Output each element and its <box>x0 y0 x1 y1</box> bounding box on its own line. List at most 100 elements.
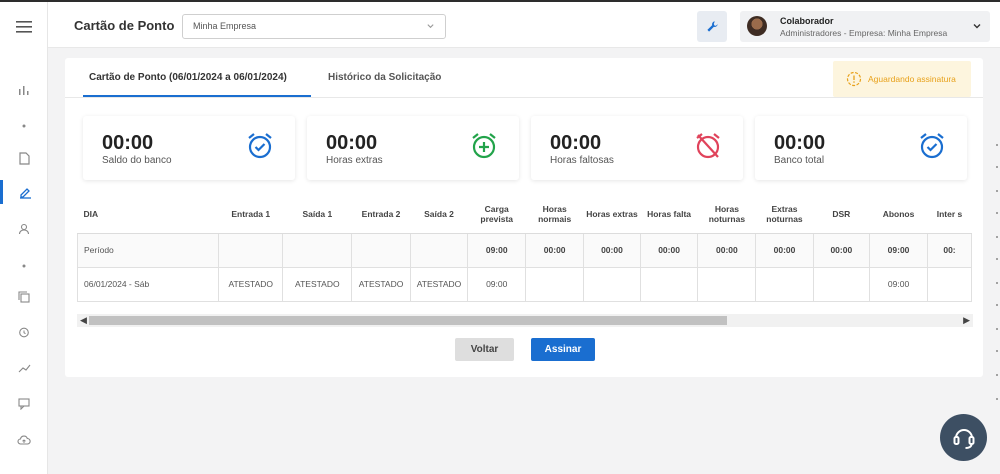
avatar <box>747 16 767 36</box>
stat-card-bank-balance: 00:00 Saldo do banco <box>83 116 295 180</box>
scroll-left-icon[interactable]: ◀ <box>80 315 87 326</box>
table-cell: 09:00 <box>869 266 928 302</box>
dot-icon[interactable] <box>0 114 48 138</box>
stat-value: 00:00 <box>326 132 378 154</box>
table-cell <box>697 266 757 302</box>
column-header: Extras noturnas <box>755 196 814 234</box>
sign-button[interactable]: Assinar <box>531 338 595 361</box>
table-row-period: Período 09:00 00:00 00:00 00:00 00:00 00… <box>77 232 972 268</box>
company-select-value: Minha Empresa <box>193 21 257 31</box>
table-cell: 00:00 <box>812 232 871 268</box>
copy-icon[interactable] <box>0 285 48 309</box>
menu-icon[interactable] <box>0 15 48 39</box>
table-cell: 00:00 <box>639 232 699 268</box>
table-cell <box>583 266 641 302</box>
table-cell <box>282 232 353 268</box>
chat-icon[interactable] <box>0 392 48 416</box>
user-menu[interactable]: Colaborador Administradores - Empresa: M… <box>740 11 990 42</box>
cloud-upload-icon[interactable] <box>0 428 48 452</box>
column-header: Horas normais <box>525 196 584 234</box>
table-cell: 00:00 <box>525 232 585 268</box>
stat-label: Horas faltosas <box>550 155 614 166</box>
table-cell: 06/01/2024 - Sáb <box>77 266 220 302</box>
table-cell: 00:00 <box>697 232 757 268</box>
column-header: DSR <box>813 196 870 234</box>
table-cell <box>409 232 469 268</box>
edit-pen-icon[interactable] <box>0 180 48 204</box>
table-cell <box>812 266 871 302</box>
scroll-right-icon[interactable]: ▶ <box>963 315 970 326</box>
document-icon[interactable] <box>0 146 48 170</box>
column-header: Horas noturnas <box>697 196 756 234</box>
stat-label: Saldo do banco <box>102 155 172 166</box>
timesheet-card: Cartão de Ponto (06/01/2024 a 06/01/2024… <box>65 58 983 377</box>
table-cell: ATESTADO <box>282 266 353 302</box>
pending-clock-icon <box>846 71 862 87</box>
column-header: Entrada 2 <box>351 196 411 234</box>
table-cell: 09:00 <box>467 266 527 302</box>
column-header: Saída 2 <box>410 196 468 234</box>
status-badge: Aguardando assinatura <box>833 61 971 97</box>
stat-card-overtime: 00:00 Horas extras <box>307 116 519 180</box>
horizontal-scrollbar[interactable]: ◀ ▶ <box>77 314 973 327</box>
tab-timesheet[interactable]: Cartão de Ponto (06/01/2024 a 06/01/2024… <box>89 72 287 83</box>
stat-value: 00:00 <box>550 132 602 154</box>
table-cell: 00:00 <box>755 232 814 268</box>
user-name: Colaborador <box>780 16 834 26</box>
top-header: Cartão de Ponto Minha Empresa Colaborado… <box>48 2 1000 48</box>
tab-request-history[interactable]: Histórico da Solicitação <box>328 72 441 83</box>
user-role: Administradores - Empresa: Minha Empresa <box>780 28 948 38</box>
stat-label: Banco total <box>774 155 825 166</box>
table-cell <box>351 232 411 268</box>
stat-value: 00:00 <box>774 132 826 154</box>
table-cell: 00:00 <box>583 232 641 268</box>
user-icon[interactable] <box>0 217 48 241</box>
alarm-check-icon <box>920 133 944 159</box>
right-edge-dots <box>995 60 1000 460</box>
table-cell: ATESTADO <box>218 266 284 302</box>
stat-value: 00:00 <box>102 132 154 154</box>
dashboard-chart-icon[interactable] <box>0 78 48 102</box>
dot-icon[interactable] <box>0 254 48 278</box>
table-cell: 09:00 <box>467 232 527 268</box>
table-cell <box>525 266 585 302</box>
table-cell: ATESTADO <box>409 266 469 302</box>
support-button[interactable] <box>940 414 987 461</box>
scrollbar-thumb[interactable] <box>89 316 727 325</box>
table-cell <box>926 266 972 302</box>
timesheet-table-container[interactable]: DIA Entrada 1 Saída 1 Entrada 2 Saída 2 … <box>77 196 972 304</box>
column-header: Horas falta <box>640 196 698 234</box>
table-row[interactable]: 06/01/2024 - Sáb ATESTADO ATESTADO ATEST… <box>77 266 972 302</box>
stat-card-bank-total: 00:00 Banco total <box>755 116 967 180</box>
page-title: Cartão de Ponto <box>74 18 175 33</box>
chevron-down-icon <box>427 24 434 29</box>
table-cell: ATESTADO <box>351 266 411 302</box>
column-header: Entrada 1 <box>218 196 283 234</box>
table-cell: Período <box>77 232 220 268</box>
table-cell <box>755 266 814 302</box>
table-header-row: DIA Entrada 1 Saída 1 Entrada 2 Saída 2 … <box>77 196 972 234</box>
status-badge-text: Aguardando assinatura <box>868 74 956 84</box>
tabs: Cartão de Ponto (06/01/2024 a 06/01/2024… <box>65 58 983 98</box>
tools-button[interactable] <box>697 11 727 42</box>
alarm-off-icon <box>696 133 720 159</box>
wrench-icon <box>706 21 718 32</box>
column-header: Saída 1 <box>282 196 352 234</box>
timesheet-table: DIA Entrada 1 Saída 1 Entrada 2 Saída 2 … <box>77 196 972 302</box>
stat-card-missing-hours: 00:00 Horas faltosas <box>531 116 743 180</box>
column-header: Abonos <box>869 196 928 234</box>
trend-line-icon[interactable] <box>0 356 48 380</box>
alarm-plus-icon <box>472 133 496 159</box>
table-cell <box>639 266 699 302</box>
table-cell <box>218 232 284 268</box>
table-cell: 00: <box>926 232 972 268</box>
column-header: Inter s <box>927 196 972 234</box>
alarm-clock-icon[interactable] <box>0 320 48 344</box>
column-header: Carga prevista <box>467 196 526 234</box>
company-select[interactable]: Minha Empresa <box>182 14 446 39</box>
back-button[interactable]: Voltar <box>455 338 514 361</box>
headset-support-icon <box>953 428 974 449</box>
table-cell: 09:00 <box>869 232 928 268</box>
sidebar <box>0 2 48 474</box>
chevron-down-icon <box>973 24 981 29</box>
